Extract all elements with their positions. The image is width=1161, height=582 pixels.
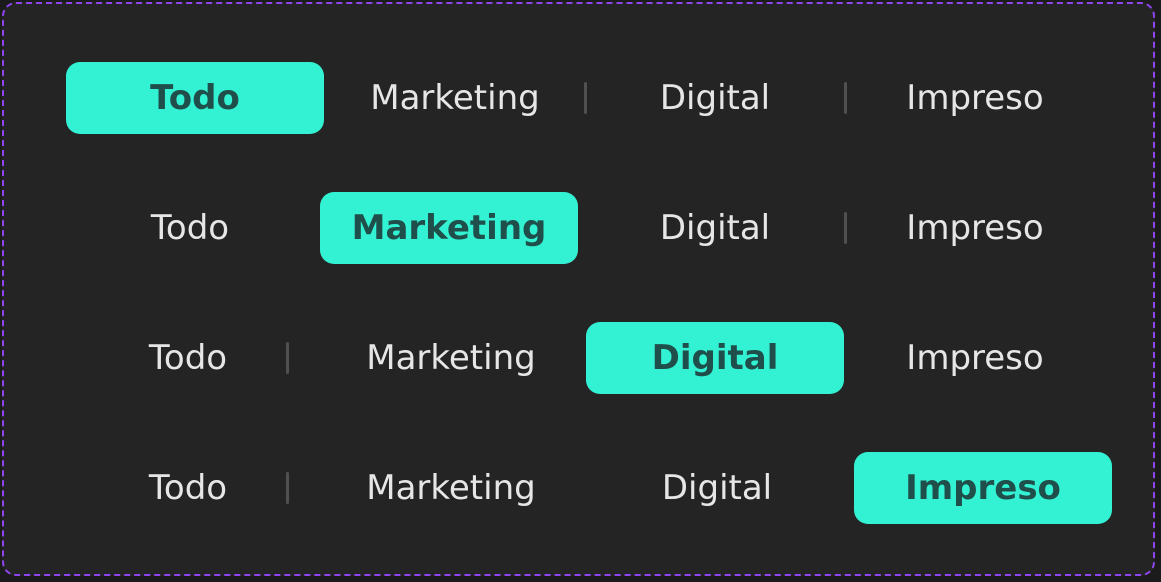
tab-digital[interactable]: Digital (586, 62, 844, 134)
tab-digital[interactable]: Digital (586, 192, 844, 264)
tab-todo[interactable]: Todo (66, 192, 314, 264)
tab-todo[interactable]: Todo (66, 62, 324, 134)
tab-marketing[interactable]: Marketing (322, 452, 580, 524)
tab-impreso[interactable]: Impreso (846, 322, 1104, 394)
tab-todo[interactable]: Todo (66, 322, 310, 394)
tab-marketing[interactable]: Marketing (326, 62, 584, 134)
tab-digital[interactable]: Digital (588, 452, 846, 524)
segmented-control-todo-selected: Todo Marketing Digital Impreso (66, 62, 1116, 134)
tab-marketing[interactable]: Marketing (320, 192, 578, 264)
segmented-control-digital-selected: Todo Marketing Digital Impreso (66, 322, 1116, 394)
tab-impreso[interactable]: Impreso (846, 192, 1104, 264)
tab-todo[interactable]: Todo (66, 452, 310, 524)
tab-separator (286, 472, 289, 504)
segmented-control-marketing-selected: Todo Marketing Digital Impreso (66, 192, 1116, 264)
tab-impreso[interactable]: Impreso (854, 452, 1112, 524)
tab-digital[interactable]: Digital (586, 322, 844, 394)
tab-impreso[interactable]: Impreso (846, 62, 1104, 134)
tab-marketing[interactable]: Marketing (322, 322, 580, 394)
segmented-control-impreso-selected: Todo Marketing Digital Impreso (66, 452, 1116, 524)
tab-separator (286, 342, 289, 374)
segmented-control-showcase: Todo Marketing Digital Impreso Todo Mark… (2, 2, 1155, 576)
